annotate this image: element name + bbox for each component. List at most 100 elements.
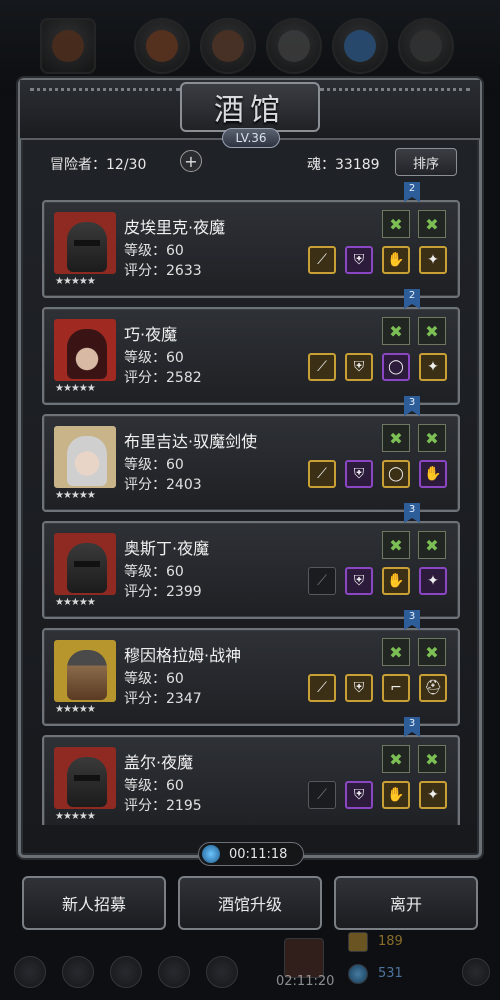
amulet-icon[interactable]: ✦ [419,246,447,274]
hero-card[interactable]: ★★★★★ 巧·夜魔 等级：60 评分：2582 ✖ ✖ ⟋ ⛨ ◯ ✦ [42,307,460,405]
hero-level: 等级：60 [124,671,184,687]
sword-icon[interactable]: ⟋ [308,674,336,702]
hero-name: 盖尔·夜魔 [124,753,194,772]
hero-name: 巧·夜魔 [124,325,178,344]
hero-level: 等级：60 [124,457,184,473]
dismiss-x-icon[interactable]: ✖ [382,638,410,666]
sword-icon[interactable]: ⟋ [308,460,336,488]
hero-level: 等级：60 [124,243,184,259]
soul-value: 33189 [335,157,380,173]
rank-bookmark: 2 [404,289,420,309]
gauntlet-icon[interactable]: ✋ [382,781,410,809]
dismiss-x-icon[interactable]: ✖ [418,424,446,452]
timer-text: 00:11:18 [229,847,288,862]
top-slot-hero-1[interactable] [134,18,190,74]
refresh-timer: 00:11:18 [198,842,304,866]
adventurer-count: 冒险者：12/30 [50,154,146,174]
soul-label: 魂： [307,157,335,173]
star-rating: ★★★★★ [55,597,96,608]
sword-icon[interactable]: ⟋ [308,353,336,381]
rank-bookmark: 3 [404,717,420,737]
top-slot-hero-5[interactable] [398,18,454,74]
gem-amount: 531 [378,966,403,981]
hero-list[interactable]: ★★★★★ 皮埃里克·夜魔 等级：60 评分：2633 ✖ ✖ ⟋ ⛨ ✋ ✦ 2 ★★… [42,180,460,825]
hero-score: 评分：2399 [124,584,202,600]
dismiss-x-icon[interactable]: ✖ [382,745,410,773]
hero-score: 评分：2633 [124,263,202,279]
top-slot-hero-2[interactable] [200,18,256,74]
star-rating: ★★★★★ [55,811,96,822]
dismiss-x-icon[interactable]: ✖ [382,210,410,238]
hero-score: 评分：2195 [124,798,202,814]
hero-level: 等级：60 [124,350,184,366]
dismiss-x-icon[interactable]: ✖ [418,531,446,559]
amulet-icon[interactable]: ✦ [419,353,447,381]
panel-title: 酒馆 [180,82,320,132]
dismiss-x-icon[interactable]: ✖ [418,210,446,238]
hero-card[interactable]: ★★★★★ 盖尔·夜魔 等级：60 评分：2195 ✖ ✖ ⟋ ⛨ ✋ ✦ [42,735,460,825]
hero-portrait[interactable] [54,747,116,809]
adventurer-label: 冒险者： [50,157,106,173]
leave-button[interactable]: 离开 [334,876,478,930]
armor-icon[interactable]: ⛨ [345,674,373,702]
gauntlet-icon[interactable]: ✋ [382,246,410,274]
dismiss-x-icon[interactable]: ✖ [418,745,446,773]
amulet-icon[interactable]: ✦ [419,567,447,595]
ring-icon[interactable]: ◯ [382,460,410,488]
star-rating: ★★★★★ [55,276,96,287]
armor-icon[interactable]: ⛨ [345,567,373,595]
hero-level: 等级：60 [124,778,184,794]
hero-portrait[interactable] [54,426,116,488]
top-slot-hero-4[interactable] [332,18,388,74]
ring-icon[interactable]: ◯ [382,353,410,381]
chain-decoration-right [320,88,470,96]
sword-icon[interactable]: ⟋ [308,567,336,595]
gauntlet-icon[interactable]: ✋ [419,460,447,488]
hero-portrait[interactable] [54,640,116,702]
expand-plus-icon[interactable] [462,958,490,986]
hero-card[interactable]: ★★★★★ 穆因格拉姆·战神 等级：60 评分：2347 ✖ ✖ ⟋ ⛨ ⌐ ⛑ [42,628,460,726]
armor-icon[interactable]: ⛨ [345,353,373,381]
clock-icon [202,845,220,863]
armor-icon[interactable]: ⛨ [345,460,373,488]
sort-button[interactable]: 排序 [395,148,457,176]
amulet-icon[interactable]: ✦ [419,781,447,809]
dock-menu-icon-3[interactable] [110,956,142,988]
hero-portrait[interactable] [54,319,116,381]
soul-counter: 魂：33189 [307,154,380,174]
upgrade-tavern-button[interactable]: 酒馆升级 [178,876,322,930]
helmet-icon[interactable]: ⛑ [419,674,447,702]
rank-bookmark: 3 [404,396,420,416]
recruit-button[interactable]: 新人招募 [22,876,166,930]
armor-icon[interactable]: ⛨ [345,781,373,809]
hero-name: 奥斯丁·夜魔 [124,539,210,558]
hero-card[interactable]: ★★★★★ 布里吉达·驭魔剑使 等级：60 评分：2403 ✖ ✖ ⟋ ⛨ ◯ ✋ [42,414,460,512]
dismiss-x-icon[interactable]: ✖ [418,638,446,666]
gift-box-icon[interactable] [284,938,324,978]
boots-icon[interactable]: ⌐ [382,674,410,702]
hero-card[interactable]: ★★★★★ 奥斯丁·夜魔 等级：60 评分：2399 ✖ ✖ ⟋ ⛨ ✋ ✦ [42,521,460,619]
sword-icon[interactable]: ⟋ [308,246,336,274]
dock-menu-icon-2[interactable] [62,956,94,988]
hero-portrait[interactable] [54,533,116,595]
hero-card[interactable]: ★★★★★ 皮埃里克·夜魔 等级：60 评分：2633 ✖ ✖ ⟋ ⛨ ✋ ✦ [42,200,460,298]
star-rating: ★★★★★ [55,704,96,715]
sword-icon[interactable]: ⟋ [308,781,336,809]
dismiss-x-icon[interactable]: ✖ [382,424,410,452]
dock-menu-icon-4[interactable] [158,956,190,988]
dismiss-x-icon[interactable]: ✖ [418,317,446,345]
star-rating: ★★★★★ [55,383,96,394]
dock-menu-icon-5[interactable] [206,956,238,988]
top-slot-weapon[interactable] [40,18,96,74]
armor-icon[interactable]: ⛨ [345,246,373,274]
gauntlet-icon[interactable]: ✋ [382,567,410,595]
dock-menu-icon-1[interactable] [14,956,46,988]
add-adventurer-button[interactable]: + [180,150,202,172]
dismiss-x-icon[interactable]: ✖ [382,317,410,345]
hero-portrait[interactable] [54,212,116,274]
dismiss-x-icon[interactable]: ✖ [382,531,410,559]
top-slot-hero-3[interactable] [266,18,322,74]
hero-name: 皮埃里克·夜魔 [124,218,226,237]
hero-score: 评分：2582 [124,370,202,386]
chain-decoration-left [30,88,180,96]
